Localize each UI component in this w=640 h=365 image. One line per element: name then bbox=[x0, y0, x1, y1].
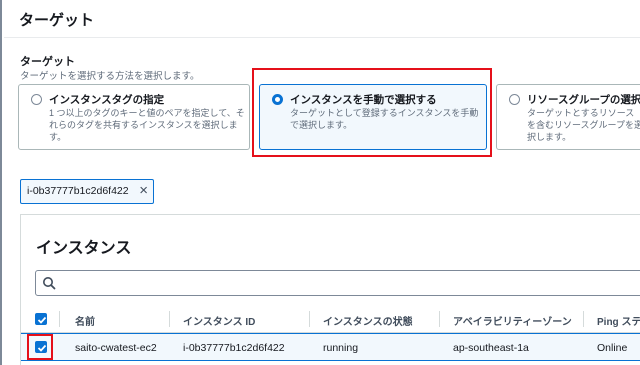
table-header: 名前 インスタンス ID インスタンスの状態 アベイラビリティーゾーン Ping… bbox=[21, 305, 640, 333]
highlight-annotation bbox=[252, 68, 492, 157]
column-header-name[interactable]: 名前 bbox=[75, 313, 95, 328]
section-header: ターゲット bbox=[4, 0, 640, 38]
tile-description: 1 つ以上のタグのキーと値のペアを指定して、それらのタグを共有するインスタンスを… bbox=[49, 108, 245, 142]
section-title: ターゲット bbox=[19, 12, 95, 29]
tile-title: リソースグループの選択 bbox=[527, 94, 640, 106]
tile-title: インスタンスタグの指定 bbox=[49, 94, 165, 106]
close-icon[interactable]: × bbox=[139, 182, 148, 199]
token-label: i-0b37777b1c2d6f422 bbox=[27, 185, 129, 197]
instances-panel: インスタンス 名前 インスタンス ID インスタンスの状態 アベイラビリティーゾ… bbox=[20, 214, 640, 365]
column-header-az[interactable]: アベイラビリティーゾーン bbox=[453, 313, 572, 328]
cell-state: running bbox=[323, 342, 359, 354]
search-icon bbox=[43, 277, 56, 290]
tile-description: ターゲットとするリソースを含むリソースグループを選択します。 bbox=[527, 108, 640, 142]
column-header-instance-id[interactable]: インスタンス ID bbox=[183, 313, 255, 328]
select-all-checkbox[interactable] bbox=[35, 313, 47, 325]
checkbox-highlight-annotation bbox=[27, 334, 53, 360]
search-input[interactable] bbox=[35, 270, 640, 296]
tile-instance-tags[interactable]: インスタンスタグの指定 1 つ以上のタグのキーと値のペアを指定して、それらのタグ… bbox=[18, 84, 250, 150]
cell-ping: Online bbox=[597, 342, 628, 354]
radio-icon[interactable] bbox=[31, 94, 42, 105]
field-description: ターゲットを選択する方法を選択します。 bbox=[20, 71, 200, 82]
instances-title: インスタンス bbox=[36, 240, 132, 257]
cell-az: ap-southeast-1a bbox=[453, 342, 529, 354]
selected-instance-token: i-0b37777b1c2d6f422 × bbox=[20, 179, 154, 204]
column-header-ping[interactable]: Ping ステー bbox=[597, 313, 640, 328]
column-header-state[interactable]: インスタンスの状態 bbox=[323, 313, 413, 328]
tile-resource-group[interactable]: リソースグループの選択 ターゲットとするリソースを含むリソースグループを選択しま… bbox=[496, 84, 640, 150]
targets-panel: ターゲット ターゲット ターゲットを選択する方法を選択します。 インスタンスタグ… bbox=[0, 0, 640, 365]
cell-name: saito-cwatest-ec2 bbox=[75, 342, 157, 354]
field-label: ターゲット bbox=[20, 56, 75, 68]
cell-instance-id: i-0b37777b1c2d6f422 bbox=[183, 342, 285, 354]
table-row[interactable]: saito-cwatest-ec2 i-0b37777b1c2d6f422 ru… bbox=[21, 333, 640, 361]
radio-icon[interactable] bbox=[509, 94, 520, 105]
